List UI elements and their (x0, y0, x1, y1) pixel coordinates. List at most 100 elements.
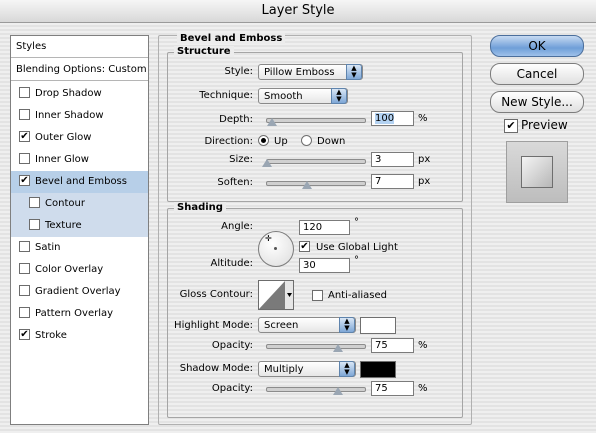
soften-field[interactable]: 7 (371, 174, 414, 189)
new-style-button[interactable]: New Style... (490, 91, 584, 113)
style-item-label: Texture (45, 220, 82, 231)
highlight-mode-label: Highlight Mode: (174, 320, 253, 331)
style-item-label: Outer Glow (35, 132, 92, 143)
anti-aliased-label: Anti-aliased (328, 290, 388, 301)
gradient-overlay-checkbox[interactable] (19, 284, 30, 296)
style-item-contour[interactable]: Contour (11, 193, 148, 215)
preview-label: Preview (521, 118, 568, 132)
angle-degree: ° (354, 217, 359, 228)
style-popup[interactable]: Pillow Emboss ▲ ▼ (258, 64, 363, 80)
texture-checkbox[interactable] (29, 218, 40, 230)
soften-unit: px (418, 176, 431, 187)
shadow-opacity-value: 75 (375, 383, 388, 394)
shading-title: Shading (174, 202, 226, 213)
highlight-opacity-field[interactable]: 75 (371, 338, 414, 353)
popup-arrows-icon: ▲ ▼ (331, 88, 347, 104)
angle-field[interactable]: 120 (299, 220, 350, 235)
shadow-opacity-label: Opacity: (211, 383, 253, 394)
contour-checkbox[interactable] (29, 196, 40, 208)
shadow-opacity-thumb[interactable] (333, 387, 343, 395)
drop-shadow-checkbox[interactable] (19, 86, 30, 98)
bevel-emboss-title: Bevel and Emboss (177, 33, 286, 44)
shadow-opacity-field[interactable]: 75 (371, 381, 414, 396)
style-preview-thumbnail (506, 141, 568, 203)
styles-header[interactable]: Styles (11, 36, 148, 58)
shadow-mode-label: Shadow Mode: (179, 363, 253, 374)
depth-field[interactable]: 100 (371, 111, 414, 126)
angle-dial[interactable]: ✛ (258, 231, 294, 267)
bevel-emboss-checkbox[interactable]: ✔ (19, 174, 30, 186)
soften-label: Soften: (217, 177, 253, 188)
style-item-label: Drop Shadow (35, 88, 102, 99)
depth-label: Depth: (219, 114, 253, 125)
style-label: Style: (224, 66, 254, 77)
cancel-button[interactable]: Cancel (490, 63, 584, 85)
soften-slider-thumb[interactable] (302, 181, 312, 189)
style-item-texture[interactable]: Texture (11, 215, 148, 237)
style-item-label: Stroke (35, 330, 67, 341)
inner-shadow-checkbox[interactable] (19, 108, 30, 120)
highlight-color-swatch[interactable] (360, 317, 396, 334)
styles-header-label: Styles (16, 41, 47, 52)
style-item-inner-glow[interactable]: Inner Glow (11, 149, 148, 171)
direction-label: Direction: (204, 136, 253, 147)
satin-checkbox[interactable] (19, 240, 30, 252)
blending-options-item[interactable]: Blending Options: Custom (11, 59, 148, 81)
window-title-bar[interactable]: Layer Style (0, 0, 596, 23)
structure-title: Structure (174, 46, 234, 57)
size-value: 3 (375, 154, 382, 165)
shadow-opacity-track[interactable] (266, 387, 366, 392)
size-slider-track[interactable] (266, 159, 366, 164)
soften-slider-track[interactable] (266, 181, 366, 186)
color-overlay-checkbox[interactable] (19, 262, 30, 274)
altitude-field[interactable]: 30 (299, 258, 350, 273)
style-item-label: Contour (45, 198, 85, 209)
style-item-drop-shadow[interactable]: Drop Shadow (11, 83, 148, 105)
depth-unit: % (418, 113, 428, 124)
style-item-bevel-emboss[interactable]: ✔ Bevel and Emboss (11, 171, 148, 193)
cancel-button-label: Cancel (516, 67, 558, 81)
depth-slider-track[interactable] (266, 118, 366, 123)
pattern-overlay-checkbox[interactable] (19, 306, 30, 318)
highlight-opacity-label: Opacity: (211, 340, 253, 351)
shading-fieldset: Shading Angle: ✛ 120 ° ✔ Use Global Ligh… (167, 202, 463, 418)
soften-value: 7 (375, 176, 382, 187)
altitude-label: Altitude: (210, 258, 253, 269)
gloss-contour-picker[interactable] (258, 280, 294, 310)
highlight-mode-popup[interactable]: Screen ▲ ▼ (258, 317, 356, 333)
style-item-gradient-overlay[interactable]: Gradient Overlay (11, 281, 148, 303)
direction-down-radio[interactable] (301, 135, 312, 146)
crosshair-icon: ✛ (265, 234, 272, 243)
depth-slider-thumb[interactable] (267, 118, 277, 126)
inner-glow-checkbox[interactable] (19, 152, 30, 164)
preview-checkbox[interactable]: ✔ (504, 119, 518, 133)
style-item-color-overlay[interactable]: Color Overlay (11, 259, 148, 281)
size-label: Size: (229, 154, 253, 165)
shadow-color-swatch[interactable] (360, 361, 396, 378)
style-item-inner-shadow[interactable]: Inner Shadow (11, 105, 148, 127)
highlight-mode-value: Screen (264, 320, 299, 331)
highlight-opacity-thumb[interactable] (333, 344, 343, 352)
size-slider-thumb[interactable] (262, 159, 272, 167)
shadow-mode-popup[interactable]: Multiply ▲ ▼ (258, 361, 356, 377)
size-unit: px (418, 154, 431, 165)
altitude-degree: ° (354, 255, 359, 266)
use-global-light-checkbox[interactable]: ✔ (299, 241, 310, 252)
anti-aliased-checkbox[interactable] (312, 290, 323, 301)
style-item-satin[interactable]: Satin (11, 237, 148, 259)
stroke-checkbox[interactable]: ✔ (19, 328, 30, 340)
altitude-value: 30 (303, 260, 316, 271)
size-field[interactable]: 3 (371, 152, 414, 167)
highlight-opacity-track[interactable] (266, 344, 366, 349)
technique-popup-value: Smooth (264, 91, 303, 102)
ok-button[interactable]: OK (490, 35, 584, 57)
outer-glow-checkbox[interactable]: ✔ (19, 130, 30, 142)
style-item-outer-glow[interactable]: ✔ Outer Glow (11, 127, 148, 149)
angle-value: 120 (303, 222, 323, 233)
style-item-label: Inner Glow (35, 154, 89, 165)
style-popup-value: Pillow Emboss (264, 67, 335, 78)
style-item-stroke[interactable]: ✔ Stroke (11, 325, 148, 347)
technique-popup[interactable]: Smooth ▲ ▼ (258, 88, 348, 104)
direction-up-radio[interactable] (258, 135, 269, 146)
style-item-pattern-overlay[interactable]: Pattern Overlay (11, 303, 148, 325)
